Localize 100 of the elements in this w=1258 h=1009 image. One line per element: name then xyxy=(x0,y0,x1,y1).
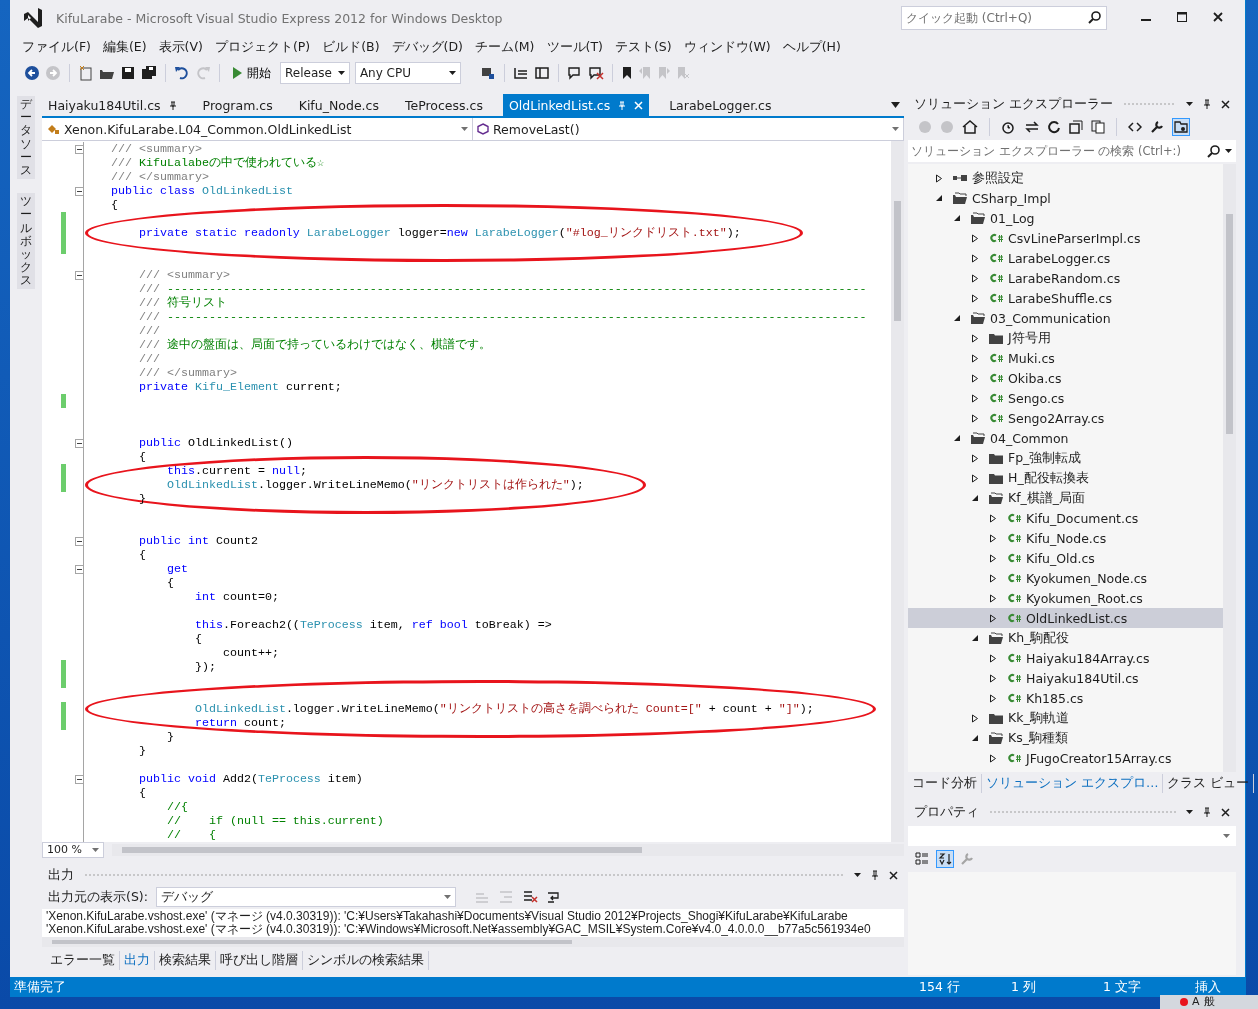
panel-tab[interactable]: シンボルの検索結果 xyxy=(303,950,429,970)
panel-tab[interactable]: エラー一覧 xyxy=(46,950,120,970)
tree-item[interactable]: Kh185.cs xyxy=(908,688,1223,708)
horizontal-scrollbar[interactable] xyxy=(112,843,904,856)
tab-overflow-icon[interactable] xyxy=(891,102,900,108)
document-tab[interactable]: TeProcess.cs xyxy=(398,94,489,116)
collapse-arrow-icon[interactable] xyxy=(970,494,980,502)
pin-icon[interactable] xyxy=(1203,99,1211,109)
refresh-icon[interactable] xyxy=(1047,120,1061,134)
collapse-arrow-icon[interactable] xyxy=(952,434,962,442)
code-icon[interactable] xyxy=(1128,120,1142,134)
pin-icon[interactable] xyxy=(1203,807,1211,817)
tree-item[interactable]: Kf_棋譜_局面 xyxy=(908,488,1223,508)
vertical-scrollbar[interactable] xyxy=(1223,164,1236,772)
new-project-icon[interactable] xyxy=(78,65,94,81)
document-tab[interactable]: Kifu_Node.cs xyxy=(292,94,385,116)
tree-item[interactable]: CsvLineParserImpl.cs xyxy=(908,228,1223,248)
tree-item[interactable]: LarabeLogger.cs xyxy=(908,248,1223,268)
tree-item[interactable]: Haiyaku184Util.cs xyxy=(908,668,1223,688)
close-icon[interactable] xyxy=(889,870,898,880)
tree-item[interactable]: Kyokumen_Node.cs xyxy=(908,568,1223,588)
tree-item[interactable]: 参照設定 xyxy=(908,168,1223,188)
dropdown-arrow-icon[interactable] xyxy=(1186,810,1193,814)
panel-tab[interactable]: 検索結果 xyxy=(155,950,216,970)
maximize-icon[interactable] xyxy=(1177,12,1187,22)
tree-item[interactable]: Kifu_Document.cs xyxy=(908,508,1223,528)
platform-dropdown[interactable]: Any CPU xyxy=(354,62,461,84)
word-wrap-icon[interactable] xyxy=(545,890,562,904)
sync-icon[interactable] xyxy=(1025,120,1039,134)
uncomment-icon[interactable] xyxy=(587,65,604,81)
show-all-files-icon[interactable] xyxy=(1091,120,1105,134)
tree-item[interactable]: Sengo2Array.cs xyxy=(908,408,1223,428)
menu-item[interactable]: 編集(E) xyxy=(96,38,153,56)
bookmark-icon[interactable] xyxy=(620,65,633,81)
panel-tab[interactable]: 出力 xyxy=(120,950,155,970)
expand-arrow-icon[interactable] xyxy=(934,173,944,183)
close-icon[interactable] xyxy=(1221,99,1230,109)
menu-item[interactable]: ファイル(F) xyxy=(16,38,97,56)
dropdown-arrow-icon[interactable] xyxy=(1225,149,1232,153)
document-tab[interactable]: Haiyaku184Util.cs xyxy=(42,94,183,116)
find-icon[interactable] xyxy=(479,65,496,81)
tree-item[interactable]: Fp_強制転成 xyxy=(908,448,1223,468)
tree-item[interactable]: Okiba.cs xyxy=(908,368,1223,388)
tree-item[interactable]: 04_Common xyxy=(908,428,1223,448)
tree-item[interactable]: 01_Log xyxy=(908,208,1223,228)
collapse-icon[interactable] xyxy=(74,270,84,280)
side-tab[interactable]: ツールボックス xyxy=(17,193,35,290)
panel-tab[interactable]: クラス ビュー xyxy=(1163,773,1255,793)
comment-icon[interactable] xyxy=(566,65,583,81)
menu-item[interactable]: ウィンドウ(W) xyxy=(677,38,777,56)
tree-item[interactable]: H_配役転換表 xyxy=(908,468,1223,488)
side-tab[interactable]: データソース xyxy=(17,96,35,180)
clear-all-icon[interactable] xyxy=(521,890,538,904)
menu-item[interactable]: ツール(T) xyxy=(540,38,609,56)
preview-icon[interactable] xyxy=(1172,118,1190,136)
home-icon[interactable] xyxy=(962,120,978,134)
pin-icon[interactable] xyxy=(168,100,177,110)
menu-item[interactable]: プロジェクト(P) xyxy=(208,38,317,56)
save-icon[interactable] xyxy=(120,65,136,81)
close-icon[interactable] xyxy=(1221,807,1230,817)
dropdown-arrow-icon[interactable] xyxy=(854,873,861,877)
wrench-icon[interactable] xyxy=(1150,120,1164,134)
collapse-arrow-icon[interactable] xyxy=(952,214,962,222)
menu-item[interactable]: ビルド(B) xyxy=(316,38,386,56)
document-tab[interactable]: LarabeLogger.cs xyxy=(663,94,778,116)
menu-item[interactable]: ヘルプ(H) xyxy=(776,38,847,56)
panel-tab[interactable]: コード分析 xyxy=(908,773,982,793)
collapse-icon[interactable] xyxy=(74,774,84,784)
tree-item[interactable]: Kifu_Old.cs xyxy=(908,548,1223,568)
collapse-icon[interactable] xyxy=(74,564,84,574)
save-all-icon[interactable] xyxy=(141,65,157,81)
collapse-arrow-icon[interactable] xyxy=(934,194,944,202)
tree-item[interactable]: J符号用 xyxy=(908,328,1223,348)
type-dropdown[interactable]: Xenon.KifuLarabe.L04_Common.OldLinkedList xyxy=(42,118,473,140)
menu-item[interactable]: テスト(S) xyxy=(608,38,678,56)
configuration-dropdown[interactable]: Release xyxy=(280,62,350,84)
indent-icon[interactable] xyxy=(512,65,529,81)
member-dropdown[interactable]: RemoveLast() xyxy=(473,118,904,140)
output-source-dropdown[interactable]: デバッグ xyxy=(155,887,456,907)
tree-item[interactable]: Kk_駒軌道 xyxy=(908,708,1223,728)
tree-item[interactable]: Sengo.cs xyxy=(908,388,1223,408)
pin-icon[interactable] xyxy=(871,870,879,880)
tree-item[interactable]: OldLinkedList.cs xyxy=(908,608,1223,628)
close-icon[interactable] xyxy=(1213,12,1223,22)
menu-item[interactable]: 表示(V) xyxy=(152,38,209,56)
tree-item[interactable]: LarabeShuffle.cs xyxy=(908,288,1223,308)
tree-item[interactable]: Muki.cs xyxy=(908,348,1223,368)
back-icon[interactable] xyxy=(24,65,40,81)
dropdown-arrow-icon[interactable] xyxy=(1186,102,1193,106)
tree-item[interactable]: CSharp_Impl xyxy=(908,188,1223,208)
collapse-icon[interactable] xyxy=(74,186,84,196)
collapse-icon[interactable] xyxy=(74,438,84,448)
search-field[interactable]: ソリューション エクスプローラー の検索 (Ctrl+:) xyxy=(908,140,1236,162)
vertical-scrollbar[interactable] xyxy=(891,141,904,842)
collapse-arrow-icon[interactable] xyxy=(970,734,980,742)
panel-tab[interactable]: ソリューション エクスプロ… xyxy=(982,773,1164,793)
menu-item[interactable]: チーム(M) xyxy=(468,38,541,56)
tree-item[interactable]: 03_Communication xyxy=(908,308,1223,328)
undo-icon[interactable] xyxy=(174,65,190,81)
tree-item[interactable]: Ks_駒種類 xyxy=(908,728,1223,748)
